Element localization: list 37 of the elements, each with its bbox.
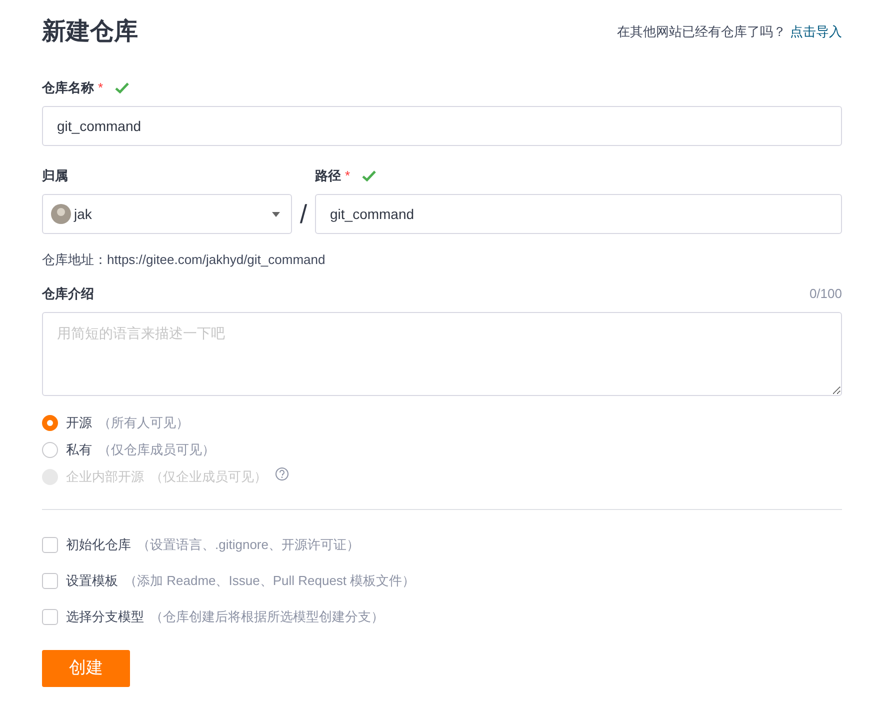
checkbox[interactable] [42,608,58,624]
radio-label: 企业内部开源 [66,468,144,486]
option-label: 初始化仓库 [66,536,131,554]
owner-name: jak [74,204,93,224]
radio-button[interactable] [42,442,58,458]
import-link[interactable]: 点击导入 [790,22,842,42]
option-hint: （添加 Readme、Issue、Pull Request 模板文件） [124,572,416,590]
radio-hint: （仅仓库成员可见） [98,441,215,460]
address-label: 仓库地址： [42,251,107,269]
radio-button[interactable] [42,415,58,431]
page-title: 新建仓库 [42,17,138,47]
name-field[interactable]: git_command [42,106,842,146]
required-mark: * [98,79,104,98]
radio-hint: （仅企业成员可见） [150,468,267,486]
radio-hint: （所有人可见） [98,414,189,432]
radio-label: 开源 [66,414,92,432]
checkbox[interactable] [42,572,58,588]
repo-address: https://gitee.com/jakhyd/git_command [107,251,326,269]
option-label: 设置模板 [66,572,118,590]
field-label: 仓库名称 [42,79,94,98]
checkbox[interactable] [42,536,58,552]
avatar-icon [51,204,71,224]
radio-label: 私有 [66,441,92,460]
option-label: 选择分支模型 [66,608,144,626]
description-field[interactable]: 用简短的语言来描述一下吧 [42,312,842,396]
path-separator: / [298,198,308,231]
import-prompt: 在其他网站已经有仓库了吗？ [617,23,786,42]
option-hint: （设置语言、.gitignore、开源许可证） [137,536,360,554]
owner-select[interactable]: jak [42,194,292,234]
field-label: 仓库介绍 [42,284,94,303]
option-hint: （仓库创建后将根据所选模型创建分支） [150,608,384,626]
required-mark: * [345,167,350,186]
field-label: 归属 [42,167,68,186]
field-label: 路径 [315,167,341,186]
path-field[interactable]: git_command [315,194,842,234]
caret-icon [272,212,280,216]
char-counter: 0/100 [809,284,842,303]
